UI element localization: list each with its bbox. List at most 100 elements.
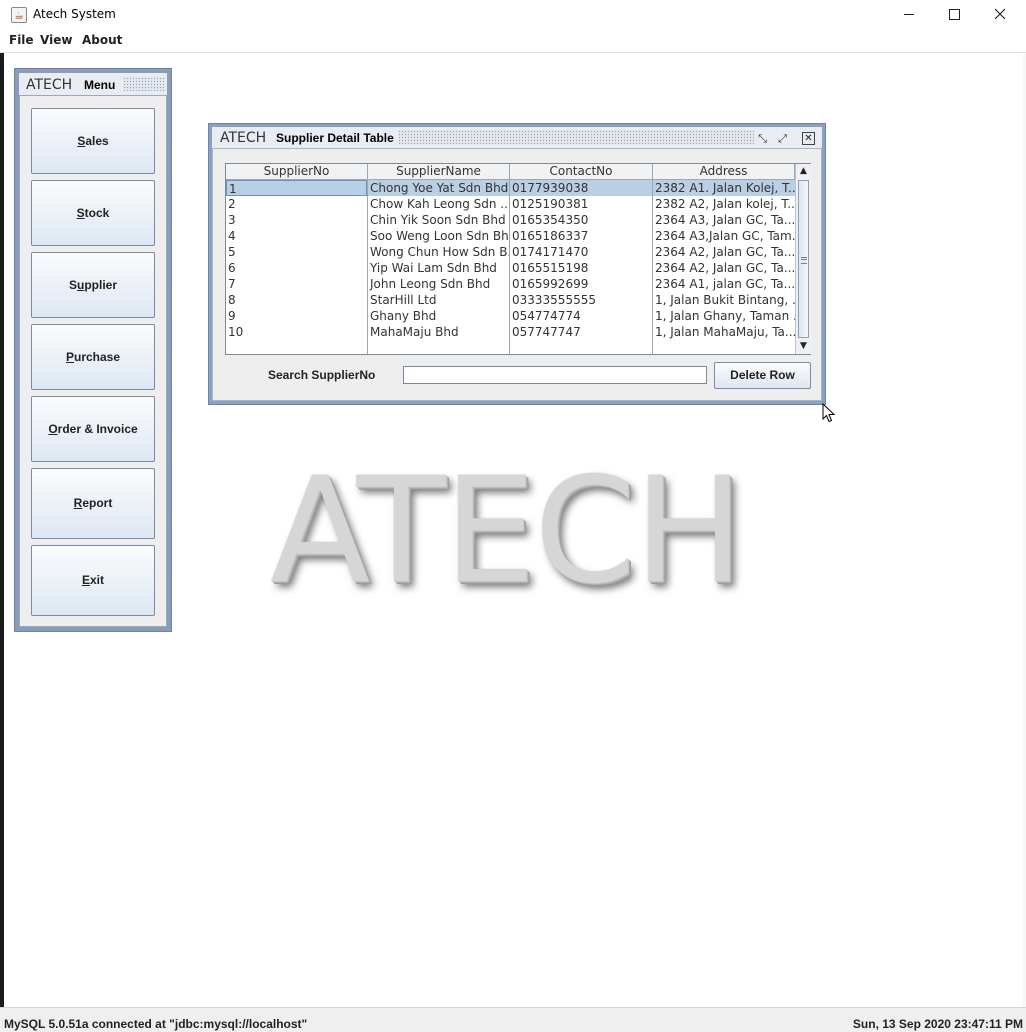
supplier-frame-titlebar[interactable]: ATECH Supplier Detail Table ⤡ ⤢ ✕ xyxy=(212,127,822,148)
purchase-label: Purchase xyxy=(65,350,121,364)
cell-supplierno[interactable]: 7 xyxy=(226,276,367,292)
vertical-scrollbar[interactable]: ▲ ▼ xyxy=(795,164,811,354)
cell-address[interactable]: 2364 A2, Jalan GC, Ta... xyxy=(653,260,795,276)
column-header-contactno[interactable]: ContactNo xyxy=(510,164,653,179)
titlebar-grip xyxy=(123,77,165,91)
table-row[interactable]: 10 MahaMaju Bhd 057747747 1, Jalan MahaMaju… xyxy=(226,324,795,340)
cell-supplierno[interactable]: 6 xyxy=(226,260,367,276)
cell-address[interactable]: 1, Jalan Ghany, Taman ... xyxy=(653,308,795,324)
cell-contactno[interactable]: 03333555555 xyxy=(510,292,652,308)
maximize-button[interactable] xyxy=(931,0,977,29)
cell-suppliername[interactable]: Chow Kah Leong Sdn ... xyxy=(368,196,509,212)
cell-contactno[interactable]: 057747747 xyxy=(510,324,652,340)
close-icon xyxy=(994,8,1006,20)
close-frame-button[interactable]: ✕ xyxy=(802,132,815,145)
cell-address[interactable]: 2364 A3, Jalan GC, Ta... xyxy=(653,212,795,228)
cell-address[interactable]: 2364 A3,Jalan GC, Tam... xyxy=(653,228,795,244)
cell-suppliername[interactable]: Yip Wai Lam Sdn Bhd xyxy=(368,260,509,276)
sales-label: Sales xyxy=(77,134,109,148)
exit-button[interactable]: Exit xyxy=(31,545,155,616)
menu-file[interactable]: File xyxy=(9,33,34,47)
menu-bar: File View About xyxy=(0,29,1026,53)
menu-view[interactable]: View xyxy=(40,33,72,47)
cell-contactno[interactable]: 0174171470 xyxy=(510,244,652,260)
cell-suppliername[interactable]: Wong Chun How Sdn B... xyxy=(368,244,509,260)
cell-supplierno[interactable]: 1 xyxy=(226,180,367,196)
titlebar-grip xyxy=(398,130,754,144)
cell-suppliername[interactable]: Chin Yik Soon Sdn Bhd xyxy=(368,212,509,228)
cell-supplierno[interactable]: 9 xyxy=(226,308,367,324)
menu-about[interactable]: About xyxy=(82,33,122,47)
scroll-thumb[interactable] xyxy=(798,180,809,338)
cell-address[interactable]: 1, Jalan MahaMaju, Ta... xyxy=(653,324,795,340)
table-row[interactable]: 5 Wong Chun How Sdn B... 0174171470 2364 A2… xyxy=(226,244,795,260)
table-row[interactable]: 3 Chin Yik Soon Sdn Bhd 0165354350 2364 A3,… xyxy=(226,212,795,228)
cell-suppliername[interactable]: StarHill Ltd xyxy=(368,292,509,308)
iconify-button[interactable]: ⤡ xyxy=(756,132,769,145)
cell-contactno[interactable]: 0177939038 xyxy=(510,180,652,196)
column-header-suppliername[interactable]: SupplierName xyxy=(368,164,510,179)
order-invoice-label: Order & Invoice xyxy=(48,422,138,436)
column-divider xyxy=(367,180,368,354)
table-row[interactable]: 6 Yip Wai Lam Sdn Bhd 0165515198 2364 A2, J… xyxy=(226,260,795,276)
cell-suppliername[interactable]: Soo Weng Loon Sdn Bhd xyxy=(368,228,509,244)
cell-contactno[interactable]: 0165354350 xyxy=(510,212,652,228)
cell-contactno[interactable]: 054774774 xyxy=(510,308,652,324)
cell-suppliername[interactable]: MahaMaju Bhd xyxy=(368,324,509,340)
column-header-address[interactable]: Address xyxy=(653,164,795,179)
report-button[interactable]: Report xyxy=(31,468,155,539)
column-divider xyxy=(652,180,653,354)
cell-address[interactable]: 2382 A1. Jalan Kolej, T... xyxy=(653,180,795,196)
search-label: Search SupplierNo xyxy=(268,368,376,382)
table-row[interactable]: 2 Chow Kah Leong Sdn ... 0125190381 2382 A2… xyxy=(226,196,795,212)
cell-contactno[interactable]: 0125190381 xyxy=(510,196,652,212)
scroll-down-icon[interactable]: ▼ xyxy=(796,339,811,354)
cell-supplierno[interactable]: 10 xyxy=(226,324,367,340)
supplier-label: Supplier xyxy=(68,278,118,292)
stock-button[interactable]: Stock xyxy=(31,180,155,246)
purchase-button[interactable]: Purchase xyxy=(31,324,155,390)
mouse-cursor-icon xyxy=(822,403,836,423)
cell-supplierno[interactable]: 2 xyxy=(226,196,367,212)
table-row[interactable]: 1 Chong Yoe Yat Sdn Bhd 0177939038 2382 A1.… xyxy=(226,180,795,196)
title-bar: ☕ Atech System xyxy=(0,0,1026,29)
minimize-icon xyxy=(904,14,914,15)
cell-address[interactable]: 2382 A2, Jalan kolej, T... xyxy=(653,196,795,212)
table-row[interactable]: 4 Soo Weng Loon Sdn Bhd 0165186337 2364 A3,… xyxy=(226,228,795,244)
cell-address[interactable]: 1, Jalan Bukit Bintang, ... xyxy=(653,292,795,308)
supplier-frame-title: Supplier Detail Table xyxy=(276,131,394,145)
exit-label: Exit xyxy=(81,573,105,587)
datetime-status: Sun, 13 Sep 2020 23:47:11 PM xyxy=(852,1017,1023,1031)
cell-supplierno[interactable]: 8 xyxy=(226,292,367,308)
supplier-button[interactable]: Supplier xyxy=(31,252,155,318)
cell-address[interactable]: 2364 A2, Jalan GC, Ta... xyxy=(653,244,795,260)
atech-logo: ATECH xyxy=(220,130,267,146)
sales-button[interactable]: Sales xyxy=(31,108,155,174)
column-header-supplierno[interactable]: SupplierNo xyxy=(226,164,368,179)
cell-supplierno[interactable]: 5 xyxy=(226,244,367,260)
cell-supplierno[interactable]: 3 xyxy=(226,212,367,228)
close-window-button[interactable] xyxy=(977,0,1023,29)
window-title: Atech System xyxy=(33,7,116,21)
cell-suppliername[interactable]: Ghany Bhd xyxy=(368,308,509,324)
scroll-up-icon[interactable]: ▲ xyxy=(796,164,811,179)
cell-supplierno[interactable]: 4 xyxy=(226,228,367,244)
cell-address[interactable]: 2364 A1, jalan GC, Ta... xyxy=(653,276,795,292)
cell-contactno[interactable]: 0165515198 xyxy=(510,260,652,276)
cell-suppliername[interactable]: John Leong Sdn Bhd xyxy=(368,276,509,292)
delete-row-button[interactable]: Delete Row xyxy=(714,362,811,389)
table-row[interactable]: 8 StarHill Ltd 03333555555 1, Jalan Bukit B… xyxy=(226,292,795,308)
table-body: 1 Chong Yoe Yat Sdn Bhd 0177939038 2382 A1.… xyxy=(226,180,795,354)
cell-contactno[interactable]: 0165186337 xyxy=(510,228,652,244)
cell-contactno[interactable]: 0165992699 xyxy=(510,276,652,292)
cell-suppliername[interactable]: Chong Yoe Yat Sdn Bhd xyxy=(368,180,509,196)
minimize-button[interactable] xyxy=(886,0,932,29)
table-row[interactable]: 7 John Leong Sdn Bhd 0165992699 2364 A1, ja… xyxy=(226,276,795,292)
table-row[interactable]: 9 Ghany Bhd 054774774 1, Jalan Ghany, Taman… xyxy=(226,308,795,324)
supplier-table: SupplierNo SupplierName ContactNo Addres… xyxy=(225,163,811,355)
order-invoice-button[interactable]: Order & Invoice xyxy=(31,396,155,462)
search-supplierno-input[interactable] xyxy=(403,366,707,384)
menu-frame-titlebar[interactable]: ATECH Menu xyxy=(19,73,167,95)
table-header: SupplierNo SupplierName ContactNo Addres… xyxy=(226,164,795,180)
maximize-frame-button[interactable]: ⤢ xyxy=(776,132,789,145)
